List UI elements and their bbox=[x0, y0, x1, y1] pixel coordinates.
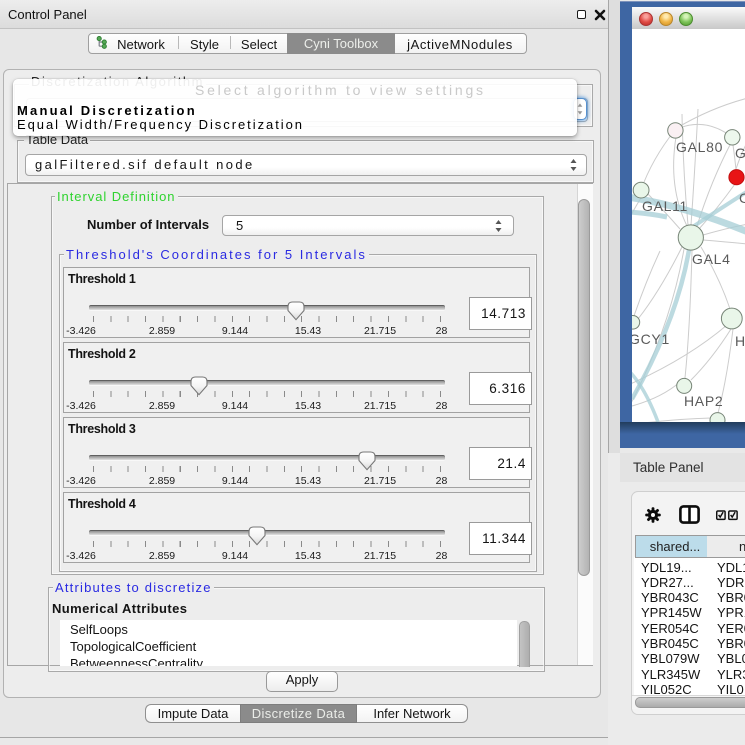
svg-text:GAL80: GAL80 bbox=[676, 139, 723, 155]
svg-text:GAL4: GAL4 bbox=[692, 251, 731, 267]
svg-text:GAL11: GAL11 bbox=[642, 198, 688, 214]
svg-text:GCY1: GCY1 bbox=[632, 331, 670, 347]
svg-text:GA: GA bbox=[735, 145, 745, 161]
svg-text:CD: CD bbox=[739, 190, 745, 206]
svg-text:HA: HA bbox=[735, 333, 745, 349]
svg-text:HAP2: HAP2 bbox=[684, 393, 723, 409]
